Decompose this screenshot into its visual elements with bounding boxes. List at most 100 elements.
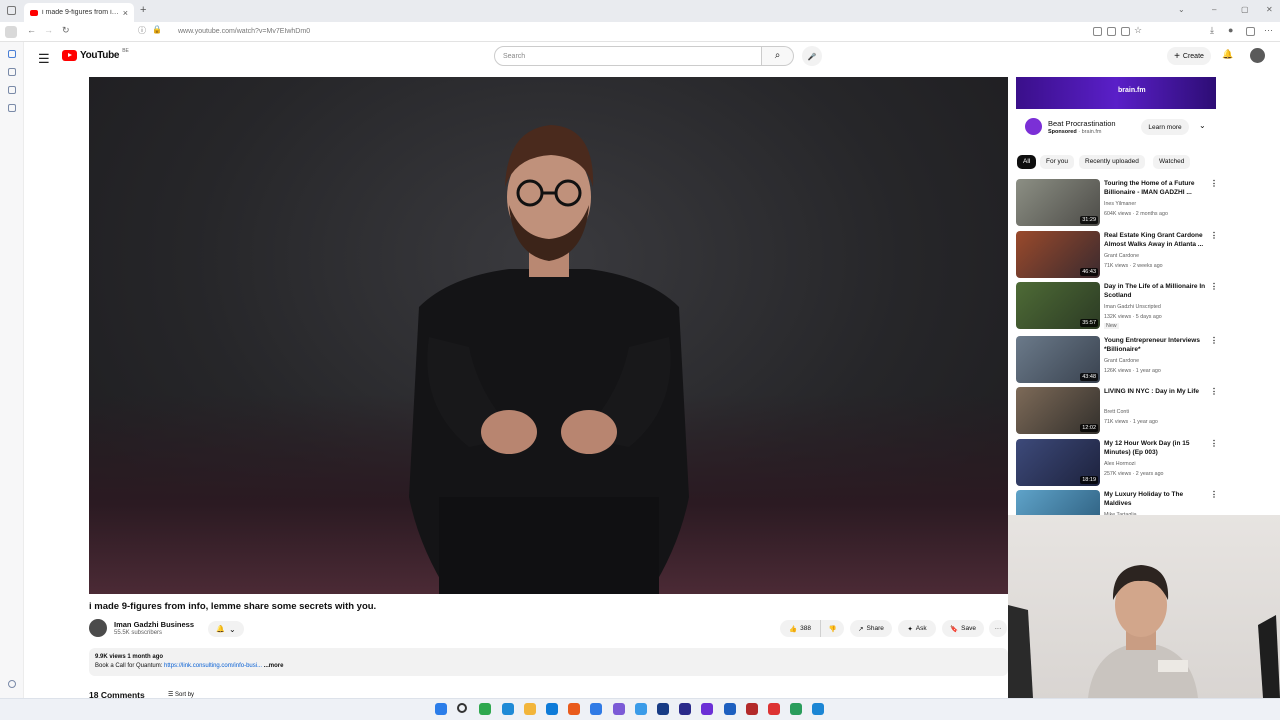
tab-actions-icon[interactable] bbox=[7, 6, 16, 15]
channel-name[interactable]: Grant Cardone bbox=[1104, 251, 1139, 261]
video-thumbnail[interactable]: 31:29 bbox=[1016, 179, 1100, 226]
video-thumbnail[interactable]: 43:48 bbox=[1016, 336, 1100, 383]
notifications-bell-icon[interactable]: 🔔 bbox=[1222, 49, 1233, 60]
ad-banner[interactable] bbox=[1016, 77, 1216, 109]
firefox-icon[interactable] bbox=[590, 703, 603, 715]
create-button[interactable]: + Create bbox=[1167, 47, 1211, 65]
video-thumbnail[interactable]: 35:57 bbox=[1016, 282, 1100, 329]
browser-menu-icon[interactable]: ⋯ bbox=[1264, 25, 1273, 36]
description-link[interactable]: https://link.consulting.com/info-busi... bbox=[164, 663, 262, 669]
collections-icon[interactable] bbox=[1246, 27, 1255, 36]
site-info-icon[interactable]: ⓘ bbox=[138, 25, 146, 36]
chip-recently-uploaded[interactable]: Recently uploaded bbox=[1079, 155, 1145, 169]
windows-start-icon[interactable] bbox=[435, 703, 447, 715]
video-thumbnail[interactable]: 12:02 bbox=[1016, 387, 1100, 434]
more-link[interactable]: ...more bbox=[262, 663, 284, 669]
channel-name[interactable]: Brett Conti bbox=[1104, 407, 1129, 417]
more-options-icon[interactable]: ⋮ bbox=[1210, 179, 1218, 188]
downloads-icon[interactable]: ⤓ bbox=[1210, 25, 1214, 36]
chip-for-you[interactable]: For you bbox=[1040, 155, 1075, 169]
ask-button[interactable]: ✦ Ask bbox=[898, 620, 936, 637]
settings-gear-icon[interactable] bbox=[8, 680, 16, 688]
channel-name[interactable]: Iman Gadzhi Unscripted bbox=[1104, 302, 1161, 312]
dropdown-chevron-icon[interactable]: ⌄ bbox=[1178, 5, 1185, 14]
back-icon[interactable]: ← bbox=[27, 25, 36, 35]
recommendation-item[interactable]: 18:19 My 12 Hour Work Day (in 15 Minutes)… bbox=[1016, 439, 1218, 487]
video-thumbnail[interactable] bbox=[1016, 490, 1100, 515]
like-button[interactable]: 👍 388 bbox=[780, 620, 820, 637]
sort-by-button[interactable]: ☰ Sort by bbox=[168, 691, 194, 698]
video-title[interactable]: Young Entrepreneur Interviews *Billionai… bbox=[1104, 336, 1208, 354]
channel-name[interactable]: Alex Hormozi bbox=[1104, 459, 1136, 469]
settings-icon[interactable] bbox=[634, 703, 647, 715]
chip-all[interactable]: All bbox=[1017, 155, 1037, 169]
search-input[interactable]: Search bbox=[494, 46, 762, 66]
voice-search-button[interactable]: 🎤 bbox=[802, 46, 822, 66]
media-encoder-icon[interactable] bbox=[745, 703, 758, 715]
read-aloud-icon[interactable] bbox=[1093, 27, 1102, 36]
photoshop-icon[interactable] bbox=[723, 703, 736, 715]
video-title[interactable]: Real Estate King Grant Cardone Almost Wa… bbox=[1104, 231, 1208, 249]
copilot-sidebar-icon[interactable] bbox=[8, 50, 16, 58]
new-tab-icon[interactable]: + bbox=[140, 4, 146, 16]
app-icon[interactable] bbox=[812, 703, 825, 715]
sidebar-toggle-icon[interactable] bbox=[5, 26, 17, 38]
more-options-icon[interactable]: ⋮ bbox=[1210, 439, 1218, 448]
youtube-logo[interactable]: YouTube BE bbox=[62, 48, 129, 61]
recommendation-item[interactable]: 46:43 Real Estate King Grant Cardone Almo… bbox=[1016, 231, 1218, 279]
more-options-icon[interactable]: ⋮ bbox=[1210, 282, 1218, 291]
browser-tab[interactable]: i made 9-figures from info × bbox=[24, 3, 134, 22]
account-avatar[interactable] bbox=[1250, 48, 1265, 63]
recommendation-item[interactable]: 12:02 LIVING IN NYC : Day in My Life Brett… bbox=[1016, 387, 1218, 435]
video-title[interactable]: My 12 Hour Work Day (in 15 Minutes) (Ep … bbox=[1104, 439, 1208, 457]
history-icon[interactable] bbox=[8, 86, 16, 94]
share-button[interactable]: ↗ Share bbox=[850, 620, 892, 637]
extensions-icon[interactable] bbox=[1121, 27, 1130, 36]
video-thumbnail[interactable]: 18:19 bbox=[1016, 439, 1100, 486]
chip-watched[interactable]: Watched bbox=[1153, 155, 1191, 169]
browser-icon[interactable] bbox=[568, 703, 581, 715]
ad-title[interactable]: Beat Procrastination bbox=[1048, 119, 1116, 128]
channel-name[interactable]: Ines Yilmaner bbox=[1104, 199, 1136, 209]
davinci-icon[interactable] bbox=[768, 703, 780, 715]
taskbar-search-icon[interactable] bbox=[457, 703, 468, 713]
video-player[interactable] bbox=[89, 77, 1008, 594]
learn-more-button[interactable]: Learn more bbox=[1141, 119, 1189, 135]
search-button[interactable]: ⌕ bbox=[762, 46, 794, 66]
favorite-star-icon[interactable]: ☆ bbox=[1134, 25, 1142, 36]
more-options-icon[interactable]: ⋮ bbox=[1210, 387, 1218, 396]
store-icon[interactable] bbox=[657, 703, 669, 715]
reload-icon[interactable]: ↻ bbox=[62, 25, 70, 36]
calculator-icon[interactable] bbox=[546, 703, 558, 715]
more-options-icon[interactable]: ⋮ bbox=[1210, 231, 1218, 240]
maximize-icon[interactable]: ▢ bbox=[1241, 5, 1249, 14]
tab-close-icon[interactable]: × bbox=[123, 8, 128, 18]
minimize-icon[interactable]: – bbox=[1212, 5, 1216, 14]
notes-icon[interactable] bbox=[501, 703, 514, 715]
more-options-icon[interactable]: ⋮ bbox=[1210, 490, 1216, 499]
more-actions-button[interactable]: ··· bbox=[989, 620, 1007, 637]
menu-icon[interactable]: ☰ bbox=[38, 51, 50, 67]
save-button[interactable]: 🔖 Save bbox=[942, 620, 984, 637]
video-title[interactable]: Touring the Home of a Future Billionaire… bbox=[1104, 179, 1208, 197]
url-text[interactable]: www.youtube.com/watch?v=Mv7EIwhDm0 bbox=[178, 28, 310, 35]
window-close-icon[interactable]: ✕ bbox=[1266, 5, 1273, 14]
channel-name[interactable]: Grant Cardone bbox=[1104, 356, 1139, 366]
recommendation-item[interactable]: 35:57 Day in The Life of a Millionaire In… bbox=[1016, 282, 1218, 330]
recommendation-item[interactable]: My Luxury Holiday to The Maldives Mike Ta… bbox=[1016, 490, 1216, 515]
favorites-icon[interactable] bbox=[8, 104, 16, 112]
split-screen-icon[interactable] bbox=[1107, 27, 1116, 36]
premiere-icon[interactable] bbox=[679, 703, 692, 715]
description-box[interactable]: 9.9K views 1 month ago Book a Call for Q… bbox=[89, 648, 1008, 676]
subscription-bell-button[interactable]: 🔔 ⌄ bbox=[208, 621, 244, 637]
copilot-icon[interactable]: ● bbox=[1228, 25, 1233, 35]
ad-expand-chevron-icon[interactable]: ⌄ bbox=[1199, 121, 1206, 130]
forward-icon[interactable]: → bbox=[44, 25, 53, 35]
file-explorer-icon[interactable] bbox=[523, 703, 536, 715]
chrome-icon[interactable] bbox=[612, 703, 625, 715]
channel-name[interactable]: Iman Gadzhi Business bbox=[114, 620, 194, 629]
shopping-icon[interactable] bbox=[8, 68, 16, 76]
video-thumbnail[interactable]: 46:43 bbox=[1016, 231, 1100, 278]
chrome-alt-icon[interactable] bbox=[790, 703, 803, 715]
ad-brand-icon[interactable] bbox=[1025, 118, 1042, 135]
